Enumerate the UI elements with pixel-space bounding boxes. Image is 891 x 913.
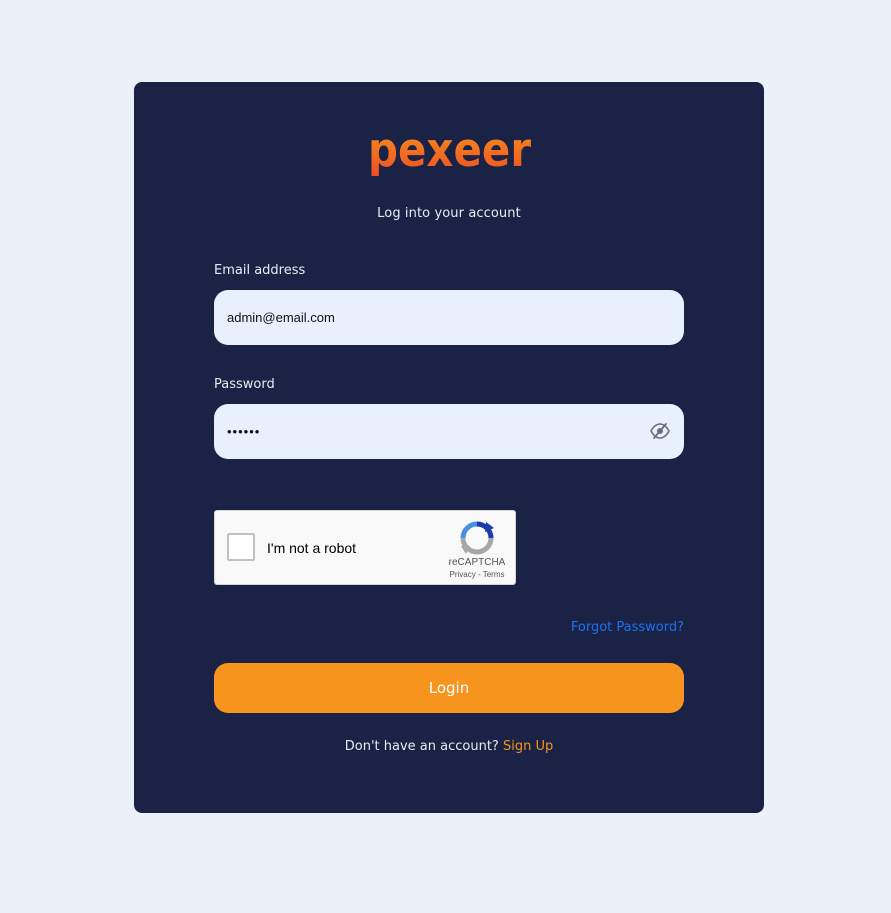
- password-label: Password: [214, 377, 275, 392]
- eye-slash-icon[interactable]: [649, 421, 671, 441]
- recaptcha-links: Privacy - Terms: [437, 570, 517, 579]
- login-button[interactable]: Login: [214, 663, 684, 713]
- signup-link[interactable]: Sign Up: [503, 739, 553, 754]
- recaptcha-separator: -: [475, 570, 483, 579]
- page-subtitle: Log into your account: [377, 206, 521, 221]
- pexeer-logo: pexeer: [368, 126, 532, 178]
- recaptcha-icon: [460, 521, 494, 555]
- signup-row: Don't have an account? Sign Up: [134, 739, 764, 754]
- recaptcha-terms-link[interactable]: Terms: [483, 570, 505, 579]
- password-input[interactable]: [214, 404, 684, 459]
- brand-name: pexeer: [368, 126, 532, 178]
- recaptcha-widget: I'm not a robot reCAPTCHA Privacy - Term…: [214, 510, 516, 585]
- recaptcha-label: I'm not a robot: [267, 540, 357, 556]
- email-input[interactable]: [214, 290, 684, 345]
- recaptcha-brand: reCAPTCHA: [448, 557, 506, 568]
- email-label: Email address: [214, 263, 306, 278]
- recaptcha-privacy-link[interactable]: Privacy: [450, 570, 476, 579]
- recaptcha-checkbox[interactable]: [227, 533, 255, 561]
- forgot-password-link[interactable]: Forgot Password?: [571, 620, 684, 635]
- signup-prompt: Don't have an account?: [344, 739, 499, 754]
- login-card: pexeer Log into your account Email addre…: [134, 82, 764, 813]
